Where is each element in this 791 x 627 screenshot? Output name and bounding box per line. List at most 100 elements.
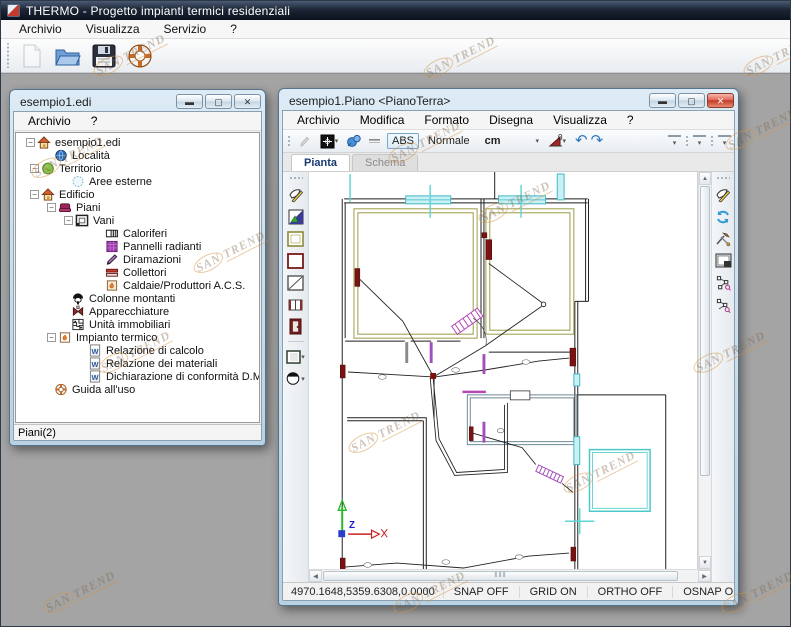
toolbar-grip[interactable] [6, 43, 10, 68]
save-button[interactable] [89, 42, 119, 70]
line-style-combo[interactable]: Normale [422, 135, 476, 147]
toolbar-grip[interactable] [716, 176, 730, 180]
minimize-button[interactable]: ▬ [176, 94, 203, 109]
tree-item-piani[interactable]: − Piani [18, 201, 259, 214]
tree-item-colonne[interactable]: Colonne montanti [18, 292, 259, 305]
menu-visualizza[interactable]: Visualizza [74, 20, 152, 38]
tree-item-aree-esterne[interactable]: Aree esterne [18, 175, 259, 188]
generic-room-button[interactable]: ▾ [283, 347, 309, 366]
tree-item-project[interactable]: − esempio1.edi [18, 136, 259, 149]
collapse-icon[interactable]: − [47, 203, 56, 212]
vertical-scroll-thumb[interactable] [700, 186, 710, 476]
ortho-toggle[interactable]: ORTHO OFF [586, 585, 673, 598]
redo-button[interactable]: ↷ [591, 133, 604, 148]
menu-formato[interactable]: Formato [414, 111, 479, 129]
collapse-icon[interactable]: − [64, 216, 73, 225]
menu-help[interactable]: ? [81, 112, 108, 130]
new-document-button[interactable] [17, 42, 47, 70]
snap-toggle[interactable]: SNAP OFF [442, 585, 519, 598]
tree-item-relazione-materiali[interactable]: W Relazione dei materiali [18, 357, 259, 370]
collapse-icon[interactable]: − [30, 164, 39, 173]
node-link-button[interactable] [713, 273, 733, 292]
plan-window-titlebar[interactable]: esempio1.Piano <PianoTerra> ▬ ▢ ✕ [279, 89, 738, 110]
toolbar-grip[interactable] [287, 134, 291, 148]
menu-help[interactable]: ? [617, 111, 644, 129]
horizontal-scroll-thumb[interactable]: ⦀⦀⦀ [323, 571, 678, 581]
unit-combo[interactable]: cm [479, 135, 507, 147]
menu-archivio[interactable]: Archivio [18, 112, 81, 130]
close-button[interactable]: ✕ [707, 93, 734, 108]
menu-disegna[interactable]: Disegna [479, 111, 543, 129]
layer-fill-button[interactable] [286, 207, 306, 226]
osnap-toggle[interactable]: OSNAP OFF [672, 585, 734, 598]
crosshair-box-button[interactable]: ▾ [316, 133, 342, 150]
edit-pencil-button[interactable] [713, 185, 733, 204]
menu-archivio[interactable]: Archivio [287, 111, 350, 129]
collapse-icon[interactable]: − [26, 138, 35, 147]
tools-button[interactable] [713, 229, 733, 248]
toolbar-overflow-button[interactable]: ▾ [693, 134, 706, 150]
open-file-button[interactable] [53, 42, 83, 70]
person-button[interactable]: ▾ [283, 369, 309, 388]
refresh-button[interactable] [713, 207, 733, 226]
pointer-pen-button[interactable] [295, 133, 313, 150]
edit-pencil-button[interactable] [286, 185, 306, 204]
scroll-down-icon[interactable]: ▼ [699, 556, 711, 569]
room-diagonal-button[interactable] [286, 273, 306, 292]
toolbar-grip[interactable] [288, 176, 303, 180]
room-olive-button[interactable] [286, 229, 306, 248]
menu-visualizza[interactable]: Visualizza [543, 111, 617, 129]
unit-combo-caret-icon[interactable]: ▾ [536, 137, 540, 145]
maximize-button[interactable]: ▢ [205, 94, 232, 109]
tree-item-dichiarazione[interactable]: W Dichiarazione di conformità D.M. 37/08 [18, 370, 259, 383]
maximize-button[interactable]: ▢ [678, 93, 705, 108]
menu-archivio[interactable]: Archivio [7, 20, 74, 38]
tree-item-localita[interactable]: Località [18, 149, 259, 162]
scroll-up-icon[interactable]: ▲ [699, 172, 711, 185]
tab-pianta[interactable]: Pianta [291, 154, 351, 171]
layer-angle-button[interactable]: 0 ▾ [542, 133, 572, 150]
tree-item-collettori[interactable]: Collettori [18, 266, 259, 279]
node-link2-button[interactable] [713, 295, 733, 314]
menu-help[interactable]: ? [218, 20, 249, 38]
close-button[interactable]: ✕ [234, 94, 261, 109]
tree-item-relazione-calcolo[interactable]: W Relazione di calcolo [18, 344, 259, 357]
minimize-button[interactable]: ▬ [649, 93, 676, 108]
collapse-icon[interactable]: − [47, 333, 56, 342]
tree-item-vani[interactable]: − Vani [18, 214, 259, 227]
window-tool-button[interactable] [286, 295, 306, 314]
collapse-icon[interactable]: − [30, 190, 39, 199]
tree-item-diramazioni[interactable]: Diramazioni [18, 253, 259, 266]
menu-servizio[interactable]: Servizio [152, 20, 219, 38]
menu-modifica[interactable]: Modifica [350, 111, 415, 129]
tree-item-caloriferi[interactable]: Caloriferi [18, 227, 259, 240]
door-tool-button[interactable] [286, 317, 306, 336]
dash-button[interactable] [366, 133, 384, 150]
abs-toggle-button[interactable]: ABS [387, 133, 420, 149]
tree-item-territorio[interactable]: − Territorio [18, 162, 259, 175]
vertical-scrollbar[interactable]: ▲ ▼ [698, 172, 711, 569]
tree-window-titlebar[interactable]: esempio1.edi ▬ ▢ ✕ [10, 90, 265, 111]
toolbar-grip[interactable] [685, 134, 689, 148]
tree-item-unita[interactable]: Unità immobiliari [18, 318, 259, 331]
toolbar-overflow-button[interactable]: ▾ [668, 134, 681, 150]
tree-item-apparecchiature[interactable]: Apparecchiature [18, 305, 259, 318]
tree-item-pannelli[interactable]: Pannelli radianti [18, 240, 259, 253]
scroll-left-icon[interactable]: ◀ [309, 570, 322, 582]
help-button[interactable] [125, 42, 155, 70]
toolbar-grip[interactable] [710, 134, 714, 148]
tree-item-impianto[interactable]: − Impianto termico [18, 331, 259, 344]
drawing-canvas[interactable]: Z [309, 172, 698, 569]
tree-item-caldaie[interactable]: Caldaie/Produttori A.C.S. [18, 279, 259, 292]
grid-toggle[interactable]: GRID ON [518, 585, 587, 598]
tree-item-edificio[interactable]: − Edificio [18, 188, 259, 201]
tree-item-guida[interactable]: Guida all'uso [18, 383, 259, 396]
capture-window-button[interactable] [713, 251, 733, 270]
snap-spheres-button[interactable] [345, 133, 363, 150]
scroll-right-icon[interactable]: ▶ [698, 570, 711, 582]
undo-button[interactable]: ↶ [575, 133, 588, 148]
horizontal-scrollbar[interactable]: ◀ ⦀⦀⦀ ▶ [309, 569, 711, 582]
tab-schema[interactable]: Schema [352, 154, 419, 171]
toolbar-overflow-button[interactable]: ▾ [718, 134, 731, 150]
room-maroon-button[interactable] [286, 251, 306, 270]
